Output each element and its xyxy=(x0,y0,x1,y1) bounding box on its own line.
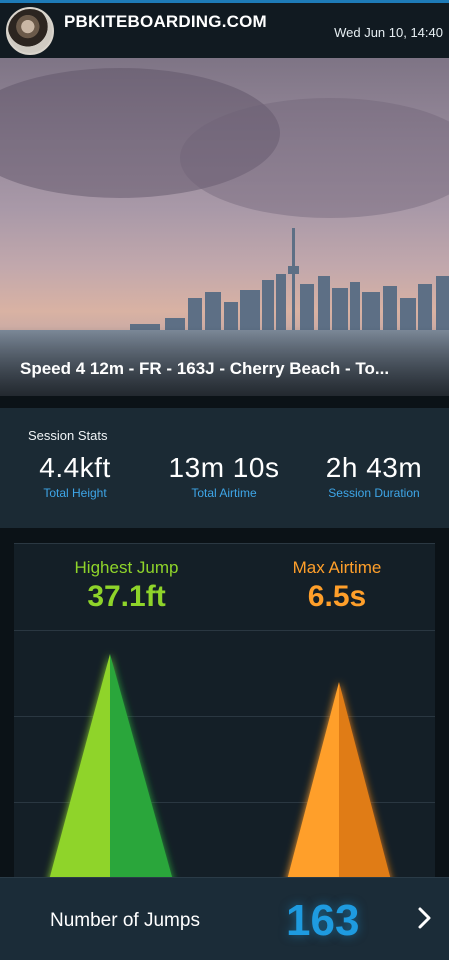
session-datetime: Wed Jun 10, 14:40 xyxy=(334,25,443,40)
max-airtime-value: 6.5s xyxy=(307,580,367,613)
stat-total-airtime: 13m 10s Total Airtime xyxy=(149,452,299,500)
app-header: PBKITEBOARDING.COM Wed Jun 10, 14:40 xyxy=(0,0,449,58)
highest-jump-value: 37.1ft xyxy=(87,580,166,613)
stat-session-duration: 2h 43m Session Duration xyxy=(299,452,449,500)
gridline xyxy=(14,630,435,631)
stat-label: Session Duration xyxy=(328,486,420,500)
avatar[interactable] xyxy=(6,7,54,55)
chevron-right-icon[interactable] xyxy=(412,906,436,930)
stat-value: 4.4kft xyxy=(39,452,111,483)
highest-jump-label: Highest Jump xyxy=(74,558,179,577)
max-airtime-peak xyxy=(286,682,392,884)
session-stats-panel: Session Stats 4.4kft Total Height 13m 10… xyxy=(0,408,449,528)
jumps-count: 163 xyxy=(286,896,360,945)
jump-peak-left xyxy=(48,654,110,884)
jump-peak-right xyxy=(110,654,174,884)
peaks-graphic xyxy=(48,654,392,884)
jump-highlights-chart: Highest Jump 37.1ft Max Airtime 6.5s xyxy=(14,543,435,884)
brand-title: PBKITEBOARDING.COM xyxy=(64,12,267,31)
highest-jump-peak xyxy=(48,654,174,884)
cloud xyxy=(180,98,449,218)
session-title[interactable]: Speed 4 12m - FR - 163J - Cherry Beach -… xyxy=(20,359,435,379)
airtime-peak-right xyxy=(339,682,392,884)
number-of-jumps-row[interactable]: Number of Jumps 163 xyxy=(0,877,449,960)
stat-label: Total Airtime xyxy=(191,486,257,500)
city-skyline-image xyxy=(130,228,449,338)
stat-value: 13m 10s xyxy=(168,452,280,483)
stat-label: Total Height xyxy=(43,486,107,500)
stat-total-height: 4.4kft Total Height xyxy=(0,452,150,500)
max-airtime-metric[interactable]: Max Airtime 6.5s xyxy=(272,558,402,614)
max-airtime-label: Max Airtime xyxy=(292,558,382,577)
session-photo[interactable] xyxy=(0,58,449,396)
airtime-peak-left xyxy=(286,682,339,884)
jumps-label: Number of Jumps xyxy=(50,910,200,931)
stats-heading: Session Stats xyxy=(28,428,108,443)
highest-jump-metric[interactable]: Highest Jump 37.1ft xyxy=(44,558,209,614)
stat-value: 2h 43m xyxy=(325,452,423,483)
